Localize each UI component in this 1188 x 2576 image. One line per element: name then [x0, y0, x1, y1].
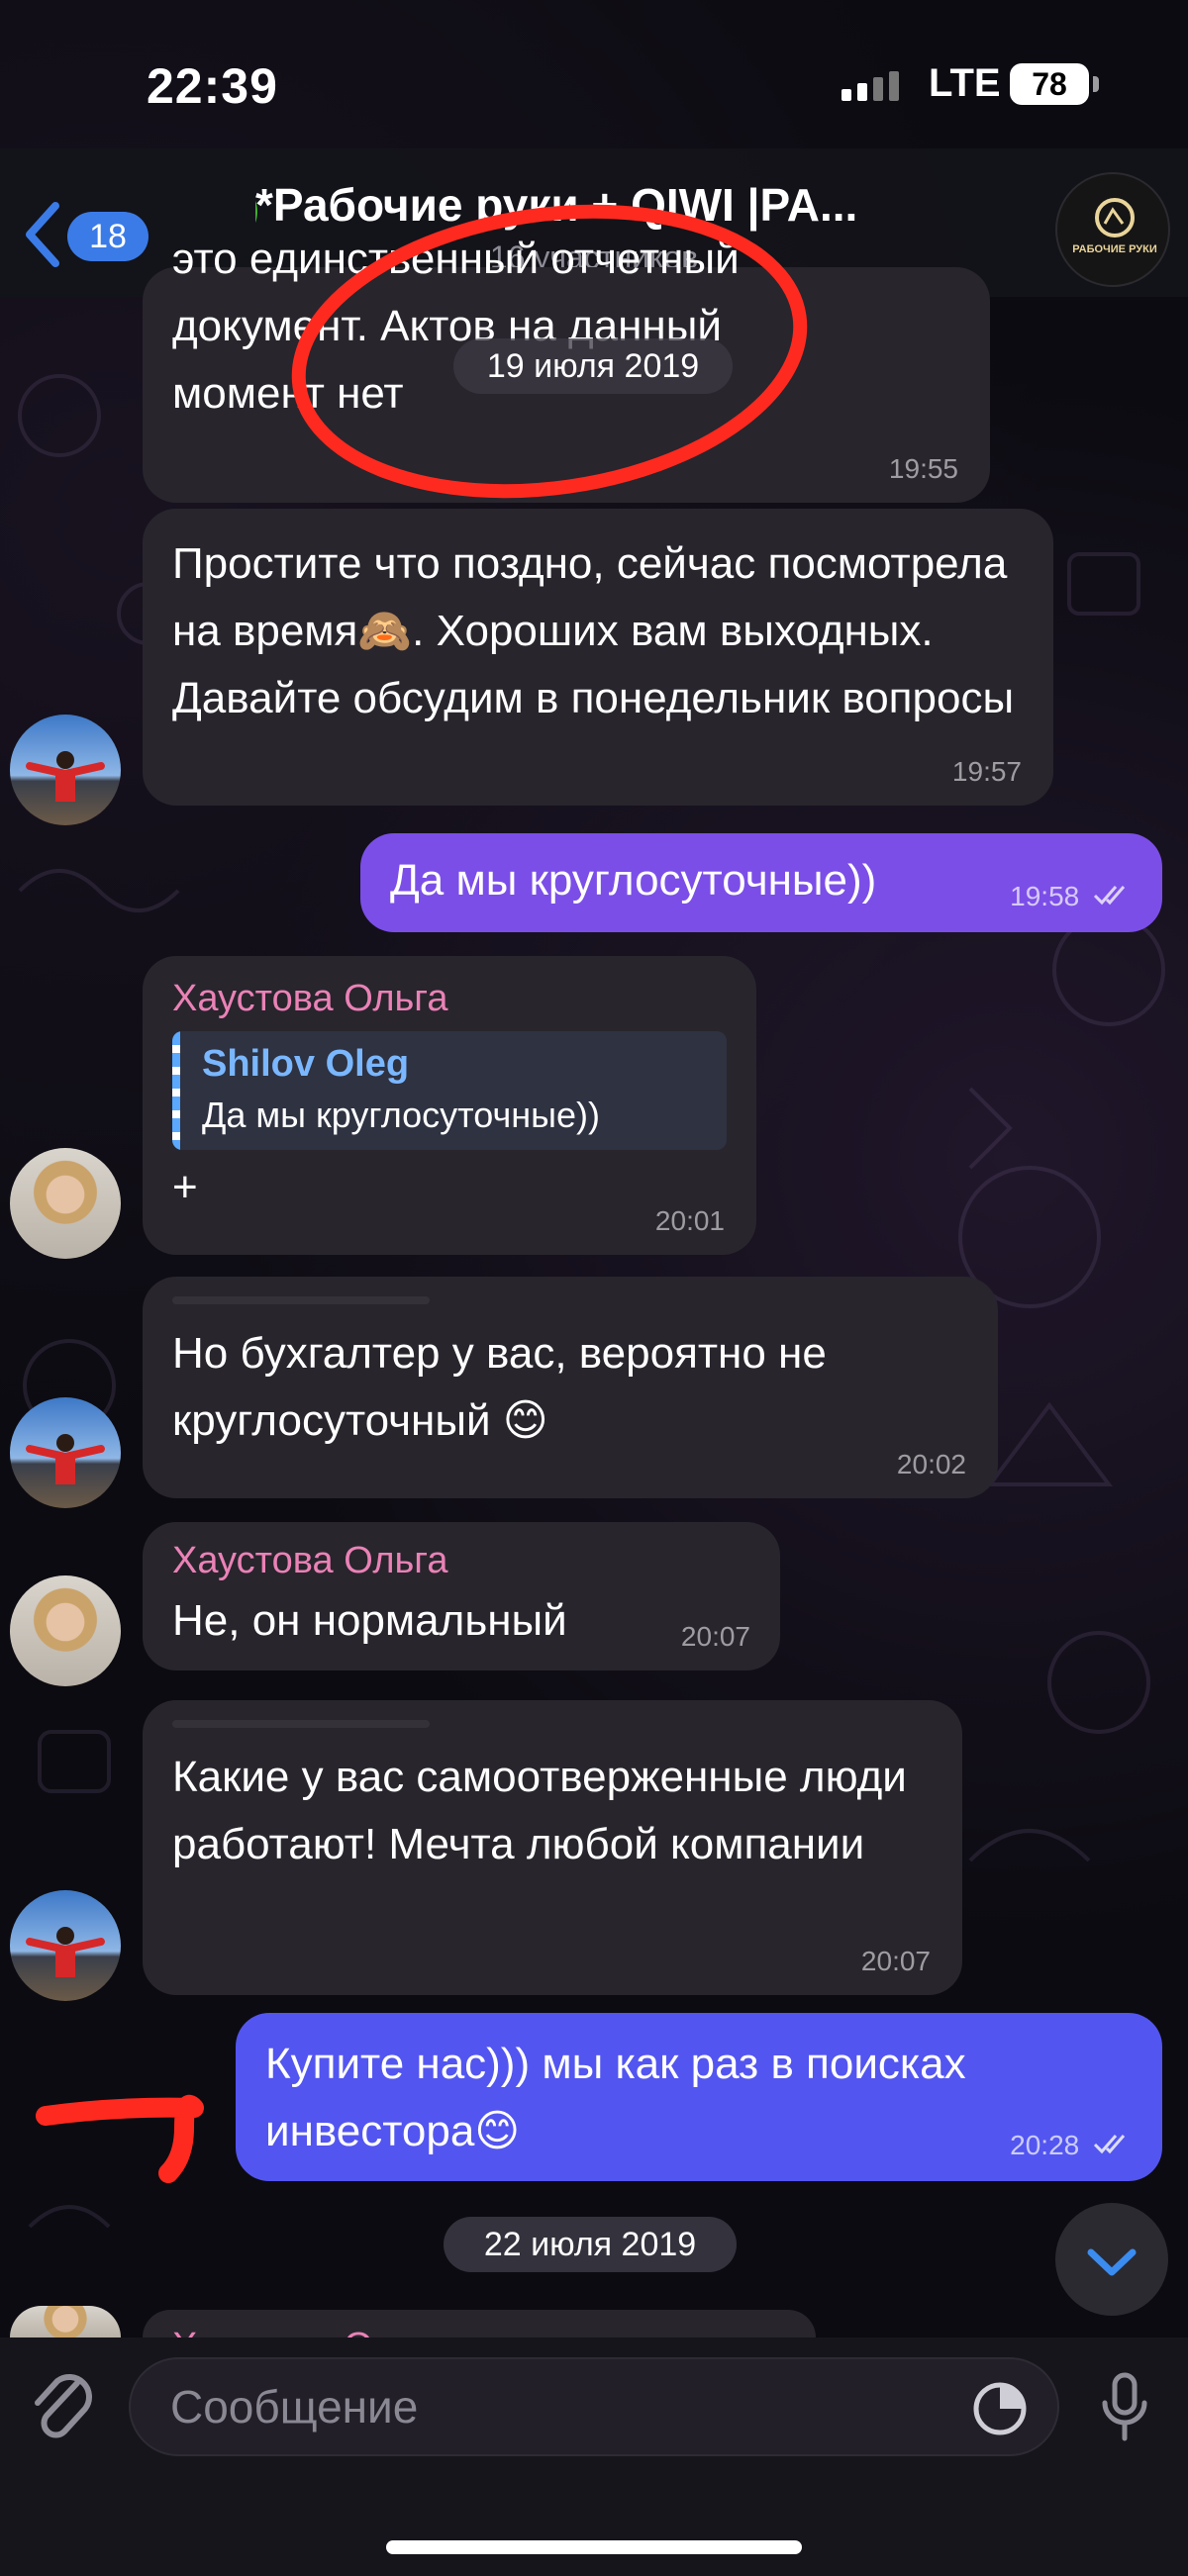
avatar[interactable]: [10, 1575, 121, 1686]
avatar[interactable]: [10, 1890, 121, 2001]
message-time: 20:02: [896, 1449, 966, 1479]
composer-bar: [0, 2337, 1188, 2576]
scroll-to-bottom-button[interactable]: [1055, 2203, 1168, 2316]
read-checks-icon: [1093, 886, 1126, 906]
message-bubble-outgoing[interactable]: Купите нас))) мы как раз в поисках инвес…: [236, 2013, 1162, 2181]
network-label: LTE: [929, 61, 1001, 105]
message-time: 20:07: [680, 1621, 750, 1652]
sender-name[interactable]: Хаустова Ольга: [172, 1534, 750, 1587]
date-pill: 19 июля 2019: [453, 338, 733, 394]
microphone-icon[interactable]: [1095, 2369, 1154, 2448]
message-bubble[interactable]: Простите что поздно, сейчас посмотрела н…: [143, 509, 1053, 806]
message-input[interactable]: [129, 2357, 1059, 2456]
message-bubble-outgoing[interactable]: Да мы круглосуточные)) 19:58: [360, 833, 1162, 932]
attach-icon[interactable]: [28, 2367, 97, 2446]
reply-bar: [172, 1031, 180, 1150]
message-time: 19:57: [951, 756, 1022, 787]
avatar[interactable]: [10, 2306, 121, 2337]
message-bubble[interactable]: Хаустова Ольга Не, он нормальный 20:07: [143, 1522, 780, 1670]
header-overlay: [0, 148, 1188, 297]
status-bar: 22:39 LTE 78: [0, 0, 1188, 168]
chevron-down-icon: [1087, 2248, 1137, 2276]
message-bubble[interactable]: Какие у вас самоотверженные люди работаю…: [143, 1700, 962, 1995]
message-text: Не, он нормальный: [172, 1596, 567, 1645]
message-time: 20:07: [860, 1946, 931, 1976]
message-bubble[interactable]: Хаустова О: [143, 2310, 816, 2337]
message-time: 20:01: [654, 1205, 725, 1236]
message-text: +: [172, 1163, 198, 1211]
message-time: 19:55: [888, 453, 958, 484]
avatar[interactable]: [10, 715, 121, 825]
home-indicator: [386, 2540, 802, 2554]
hidden-sender-name: [172, 1296, 430, 1304]
reply-text: Да мы круглосуточные)): [202, 1095, 600, 1135]
message-bubble[interactable]: Хаустова Ольга Shilov Oleg Да мы круглос…: [143, 956, 756, 1255]
person-silhouette-icon: [26, 1927, 105, 1977]
sender-name[interactable]: Хаустова Ольга: [172, 972, 727, 1025]
hidden-sender-name: [172, 1720, 430, 1728]
avatar[interactable]: [10, 1148, 121, 1259]
person-silhouette-icon: [26, 1434, 105, 1484]
date-pill: 22 июля 2019: [444, 2217, 737, 2272]
message-text: Купите нас))) мы как раз в поисках инвес…: [265, 2040, 966, 2155]
battery-level: 78: [1010, 63, 1089, 105]
reply-author: Shilov Oleg: [202, 1043, 410, 1085]
person-silhouette-icon: [26, 751, 105, 802]
sender-name[interactable]: Хаустова О: [172, 2320, 786, 2337]
avatar[interactable]: [10, 1397, 121, 1508]
message-time-text: 19:58: [1010, 881, 1080, 911]
signal-icon: [842, 71, 899, 101]
reply-quote[interactable]: Shilov Oleg Да мы круглосуточные)): [172, 1031, 727, 1150]
read-checks-icon: [1093, 2135, 1126, 2154]
message-text: Но бухгалтер у вас, вероятно не круглосу…: [172, 1329, 827, 1445]
message-bubble[interactable]: Но бухгалтер у вас, вероятно не круглосу…: [143, 1277, 998, 1498]
message-text: Простите что поздно, сейчас посмотрела н…: [172, 539, 1015, 722]
status-time: 22:39: [147, 58, 278, 114]
message-text: Какие у вас самоотверженные люди работаю…: [172, 1753, 907, 1868]
message-time-text: 20:28: [1010, 2130, 1080, 2160]
battery-nub: [1093, 76, 1099, 92]
message-time: 19:58: [1010, 881, 1133, 912]
message-time: 20:28: [1010, 2130, 1133, 2161]
sticker-icon[interactable]: [970, 2379, 1030, 2438]
